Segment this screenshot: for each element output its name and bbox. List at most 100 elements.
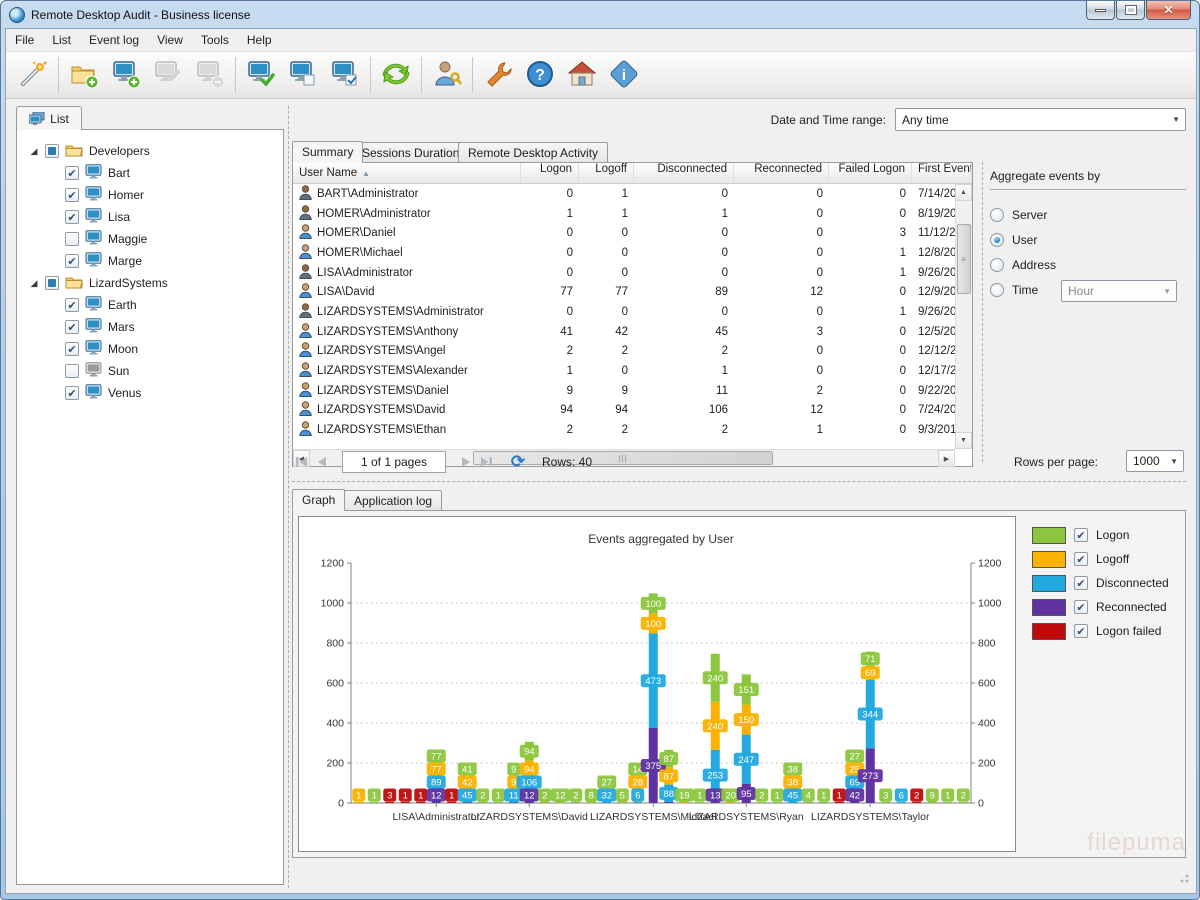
menu-file[interactable]: File: [6, 30, 43, 50]
minimize-button[interactable]: [1086, 1, 1115, 20]
previous-page-button[interactable]: [312, 452, 332, 472]
table-row[interactable]: LIZARDSYSTEMS\Administrator000019/26/201…: [293, 302, 955, 322]
refresh-rows-icon[interactable]: ⟳: [508, 452, 528, 472]
legend-checkbox-logon[interactable]: ✔: [1074, 528, 1088, 542]
date-range-combo[interactable]: Any time ▼: [895, 108, 1186, 131]
radio-address-icon[interactable]: [990, 258, 1004, 272]
tree-group[interactable]: ◢ LizardSystems: [21, 272, 279, 294]
column-header-reconnected[interactable]: Reconnected: [734, 163, 829, 183]
tree-computer[interactable]: ✔ Homer: [21, 184, 279, 206]
radio-address[interactable]: Address: [990, 252, 1186, 277]
computer-checkbox[interactable]: ✔: [65, 188, 79, 202]
table-row[interactable]: LIZARDSYSTEMS\Angel2220012/12/2011 7:3: [293, 342, 955, 362]
computer-checkbox[interactable]: ✔: [65, 254, 79, 268]
legend-item-logoff[interactable]: ✔ Logoff: [1032, 547, 1169, 571]
add-computer-button[interactable]: [105, 54, 147, 96]
tree-computer[interactable]: ✔ Bart: [21, 162, 279, 184]
options-button[interactable]: [477, 54, 519, 96]
column-header-first-event[interactable]: First Event: [912, 163, 972, 183]
panel-splitter[interactable]: [288, 106, 289, 888]
tab-list[interactable]: List: [16, 106, 82, 130]
tab-remote-desktop-activity[interactable]: Remote Desktop Activity: [458, 142, 608, 163]
menu-view[interactable]: View: [148, 30, 192, 50]
table-row[interactable]: LISA\Administrator000019/26/2016 2:4: [293, 263, 955, 283]
help-button[interactable]: ?: [519, 54, 561, 96]
table-row[interactable]: HOMER\Michael0000112/8/2016 12:0: [293, 243, 955, 263]
table-row[interactable]: LIZARDSYSTEMS\David94941061207/24/2013 1…: [293, 401, 955, 421]
table-row[interactable]: HOMER\Daniel0000311/12/2016 9:3: [293, 223, 955, 243]
computer-checkbox[interactable]: ✔: [65, 342, 79, 356]
tab-application-log[interactable]: Application log: [344, 490, 442, 511]
legend-item-logon_failed[interactable]: ✔ Logon failed: [1032, 619, 1169, 643]
column-header-disconnected[interactable]: Disconnected: [634, 163, 734, 183]
table-row[interactable]: LIZARDSYSTEMS\Anthony4142453012/5/2011 6…: [293, 322, 955, 342]
tree-computer[interactable]: ✔ Mars: [21, 316, 279, 338]
about-button[interactable]: i: [603, 54, 645, 96]
radio-server-icon[interactable]: [990, 208, 1004, 222]
home-button[interactable]: [561, 54, 603, 96]
legend-item-logon[interactable]: ✔ Logon: [1032, 523, 1169, 547]
tree-computer[interactable]: ✔ Venus: [21, 382, 279, 404]
maximize-button[interactable]: [1116, 1, 1145, 20]
group-checkbox[interactable]: [45, 276, 59, 290]
refresh-button[interactable]: [375, 54, 417, 96]
tree-computer[interactable]: ✔ Marge: [21, 250, 279, 272]
computer-checkbox[interactable]: ✔: [65, 210, 79, 224]
scroll-up-icon[interactable]: ▲: [955, 184, 972, 201]
legend-item-disconnected[interactable]: ✔ Disconnected: [1032, 571, 1169, 595]
tab-sessions-duration[interactable]: Sessions Duration: [352, 142, 469, 163]
computer-checkbox[interactable]: [65, 364, 79, 378]
legend-item-reconnected[interactable]: ✔ Reconnected: [1032, 595, 1169, 619]
last-page-button[interactable]: [476, 452, 496, 472]
expand-arrow-icon[interactable]: ◢: [29, 278, 39, 289]
tab-summary[interactable]: Summary: [292, 141, 363, 163]
vertical-scrollbar[interactable]: ▲ ▼ ≡: [955, 184, 972, 449]
tree-computer[interactable]: ✔ Earth: [21, 294, 279, 316]
computer-checkbox[interactable]: ✔: [65, 386, 79, 400]
table-row[interactable]: LISA\David77778912012/9/2011 6:5: [293, 282, 955, 302]
uncheck-all-button[interactable]: [282, 54, 324, 96]
radio-user[interactable]: User: [990, 227, 1186, 252]
first-page-button[interactable]: [292, 452, 312, 472]
column-header-logon[interactable]: Logon: [521, 163, 579, 183]
next-page-button[interactable]: [456, 452, 476, 472]
rows-per-page-combo[interactable]: 1000 ▼: [1126, 450, 1184, 472]
expand-arrow-icon[interactable]: ◢: [29, 146, 39, 157]
legend-checkbox-reconnected[interactable]: ✔: [1074, 600, 1088, 614]
menu-list[interactable]: List: [43, 30, 80, 50]
table-row[interactable]: LIZARDSYSTEMS\Daniel9911209/22/2014 4:4: [293, 381, 955, 401]
computer-checkbox[interactable]: [65, 232, 79, 246]
page-indicator[interactable]: 1 of 1 pages: [342, 451, 446, 473]
check-all-button[interactable]: [240, 54, 282, 96]
resize-grip-icon[interactable]: [1177, 871, 1189, 883]
menu-event-log[interactable]: Event log: [80, 30, 148, 50]
tree-computer[interactable]: Sun: [21, 360, 279, 382]
column-header-user-name[interactable]: User Name ▲: [293, 163, 521, 183]
table-row[interactable]: LIZARDSYSTEMS\Ethan222109/3/2013 5:2: [293, 420, 955, 440]
tree-group[interactable]: ◢ Developers: [21, 140, 279, 162]
column-header-failed-logon[interactable]: Failed Logon: [829, 163, 912, 183]
radio-time-icon[interactable]: [990, 283, 1004, 297]
legend-checkbox-logon_failed[interactable]: ✔: [1074, 624, 1088, 638]
menu-tools[interactable]: Tools: [192, 30, 238, 50]
table-row[interactable]: BART\Administrator010007/14/2009 8:1: [293, 184, 955, 204]
radio-user-icon[interactable]: [990, 233, 1004, 247]
vertical-scroll-thumb[interactable]: ≡: [957, 224, 971, 294]
remove-computer-button[interactable]: [189, 54, 231, 96]
legend-checkbox-logoff[interactable]: ✔: [1074, 552, 1088, 566]
add-group-button[interactable]: [63, 54, 105, 96]
computer-checkbox[interactable]: ✔: [65, 298, 79, 312]
tree-computer[interactable]: ✔ Lisa: [21, 206, 279, 228]
legend-checkbox-disconnected[interactable]: ✔: [1074, 576, 1088, 590]
close-button[interactable]: ✕: [1146, 1, 1191, 20]
menu-help[interactable]: Help: [238, 30, 281, 50]
table-row[interactable]: HOMER\Administrator111008/19/2014 4:0: [293, 204, 955, 224]
scroll-down-icon[interactable]: ▼: [955, 432, 972, 449]
wand-button[interactable]: [12, 54, 54, 96]
tree-computer[interactable]: ✔ Moon: [21, 338, 279, 360]
tab-graph[interactable]: Graph: [292, 489, 345, 511]
user-permissions-button[interactable]: [426, 54, 468, 96]
computer-checkbox[interactable]: ✔: [65, 166, 79, 180]
table-row[interactable]: LIZARDSYSTEMS\Alexander1010012/17/2014 1…: [293, 361, 955, 381]
radio-server[interactable]: Server: [990, 202, 1186, 227]
